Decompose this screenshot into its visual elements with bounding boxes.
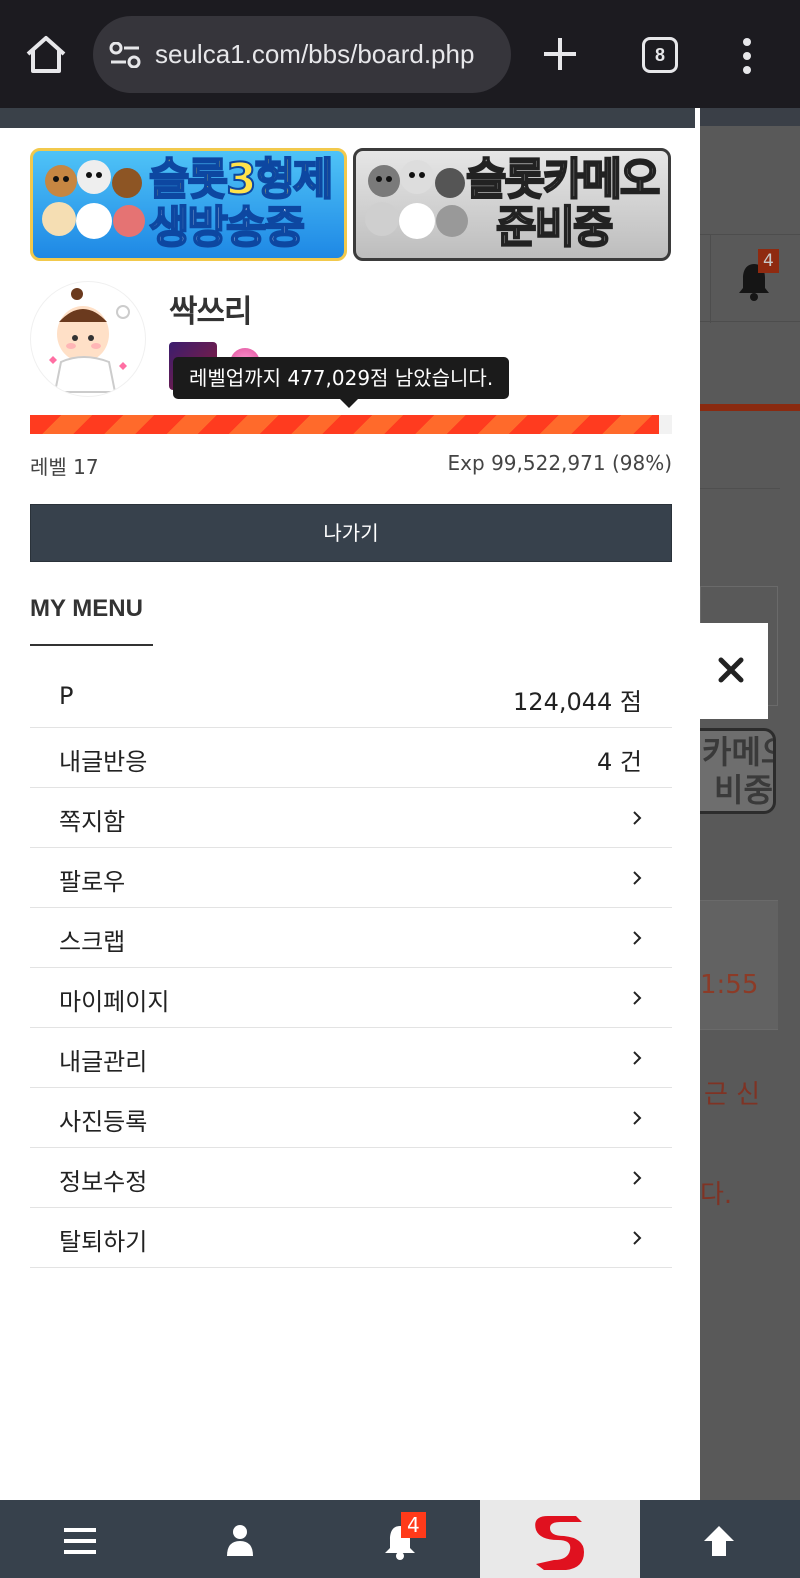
bottom-nav-menu-button[interactable] bbox=[0, 1500, 160, 1578]
bottom-nav-notifications-button[interactable] bbox=[320, 1500, 480, 1578]
exp-label: Exp 99,522,971 (98%) bbox=[447, 451, 672, 475]
bottom-nav-profile-button[interactable] bbox=[160, 1500, 320, 1578]
banner-subtitle: 생방송중 bbox=[148, 202, 306, 254]
notification-badge: 4 bbox=[401, 1512, 426, 1538]
exp-progress-bar bbox=[30, 415, 672, 434]
chevron-right-icon bbox=[633, 1231, 642, 1245]
bottom-nav-scroll-top-button[interactable] bbox=[640, 1500, 800, 1578]
menu-item-label: P bbox=[59, 682, 74, 710]
tooltip-arrow bbox=[340, 399, 358, 408]
chevron-right-icon bbox=[633, 1111, 642, 1125]
menu-item-withdraw[interactable]: 탈퇴하기 bbox=[30, 1208, 672, 1268]
more-menu-icon[interactable] bbox=[740, 36, 754, 76]
menu-item-value: 4 건 bbox=[597, 748, 642, 776]
banner-title: 슬롯3형제 bbox=[148, 154, 335, 206]
menu-title: MY MENU bbox=[30, 595, 143, 622]
menu-item-scrap[interactable]: 스크랩 bbox=[30, 908, 672, 968]
menu-item-label: 정보수정 bbox=[59, 1168, 148, 1196]
menu-title-underline bbox=[30, 644, 153, 646]
background-time: 1:55 bbox=[700, 970, 759, 1000]
background-header bbox=[700, 108, 800, 126]
menu-item-label: 쪽지함 bbox=[59, 808, 126, 836]
new-tab-icon[interactable] bbox=[540, 34, 580, 74]
menu-item-my-posts[interactable]: 내글관리 bbox=[30, 1028, 672, 1088]
menu-item-label: 내글관리 bbox=[59, 1048, 148, 1076]
user-icon bbox=[227, 1525, 253, 1556]
nickname: 싹쓰리 bbox=[169, 294, 253, 330]
levelup-tooltip: 레벨업까지 477,029점 남았습니다. bbox=[173, 357, 510, 399]
background-notification-badge: 4 bbox=[758, 249, 779, 273]
site-settings-icon[interactable] bbox=[109, 42, 141, 68]
menu-item-label: 사진등록 bbox=[59, 1108, 148, 1136]
banner-title: 슬롯카메오 bbox=[465, 154, 661, 206]
menu-item-label: 팔로우 bbox=[59, 868, 126, 896]
chevron-right-icon bbox=[633, 1171, 642, 1185]
background-notification-row: 4 bbox=[700, 234, 800, 323]
character-group-image bbox=[365, 160, 468, 239]
background-text: 근 신 bbox=[704, 1080, 761, 1110]
background-text: 다. bbox=[700, 1180, 733, 1210]
chevron-right-icon bbox=[633, 1051, 642, 1065]
browser-toolbar: seulca1.com/bbs/board.php 8 bbox=[0, 0, 800, 108]
close-icon bbox=[718, 657, 744, 683]
menu-item-mypage[interactable]: 마이페이지 bbox=[30, 968, 672, 1028]
bottom-nav: 4 bbox=[0, 1500, 800, 1578]
menu-item-label: 스크랩 bbox=[59, 928, 126, 956]
menu-item-label: 마이페이지 bbox=[59, 988, 170, 1016]
chevron-right-icon bbox=[633, 811, 642, 825]
banner-subtitle: 준비중 bbox=[495, 202, 614, 254]
menu-item-edit-info[interactable]: 정보수정 bbox=[30, 1148, 672, 1208]
address-bar[interactable]: seulca1.com/bbs/board.php bbox=[93, 16, 511, 93]
menu-item-label: 내글반응 bbox=[59, 748, 148, 776]
user-drawer: 슬롯3형제 생방송중 슬롯카메오 준비중 싹쓰리 레벨업까지 477,029점 … bbox=[0, 108, 700, 1500]
menu-item-messages[interactable]: 쪽지함 bbox=[30, 788, 672, 848]
background-accent-line bbox=[700, 404, 800, 411]
menu-item-reactions[interactable]: 내글반응 4 건 bbox=[30, 728, 672, 788]
bottom-nav-home-logo[interactable] bbox=[480, 1500, 640, 1578]
banner-live-broadcast[interactable]: 슬롯3형제 생방송중 bbox=[30, 148, 347, 261]
character-group-image bbox=[42, 160, 145, 239]
url-text: seulca1.com/bbs/board.php bbox=[155, 39, 475, 69]
chevron-right-icon bbox=[633, 871, 642, 885]
drawer-top-bar bbox=[0, 108, 700, 128]
menu-item-label: 탈퇴하기 bbox=[59, 1228, 148, 1256]
chevron-right-icon bbox=[633, 991, 642, 1005]
banner-cameo-preparing[interactable]: 슬롯카메오 준비중 bbox=[353, 148, 671, 261]
drawer-close-button[interactable] bbox=[698, 623, 768, 719]
level-label: 레벨 17 bbox=[30, 455, 99, 479]
background-banner: 카메오 비중 bbox=[700, 728, 776, 814]
baby-avatar-image bbox=[49, 288, 130, 393]
exp-progress-fill bbox=[30, 415, 660, 434]
arrow-up-icon bbox=[704, 1526, 734, 1556]
tab-switcher-button[interactable]: 8 bbox=[642, 37, 678, 73]
menu-item-value: 124,044 점 bbox=[513, 688, 642, 716]
menu-item-points[interactable]: P 124,044 점 bbox=[30, 668, 672, 728]
chevron-right-icon bbox=[633, 931, 642, 945]
avatar[interactable] bbox=[30, 281, 146, 397]
logout-button[interactable]: 나가기 bbox=[30, 504, 672, 562]
background-page-overlay[interactable]: 4 카메오 비중 1:55 근 신 다. bbox=[700, 108, 800, 1500]
menu-item-photo[interactable]: 사진등록 bbox=[30, 1088, 672, 1148]
my-menu-list: P 124,044 점 내글반응 4 건 쪽지함 팔로우 스크랩 마이페이지 내… bbox=[30, 668, 672, 1268]
background-post-box bbox=[700, 900, 778, 1030]
home-icon[interactable] bbox=[24, 34, 68, 74]
menu-item-follow[interactable]: 팔로우 bbox=[30, 848, 672, 908]
hamburger-icon bbox=[64, 1528, 96, 1554]
site-logo-icon bbox=[535, 1516, 584, 1570]
